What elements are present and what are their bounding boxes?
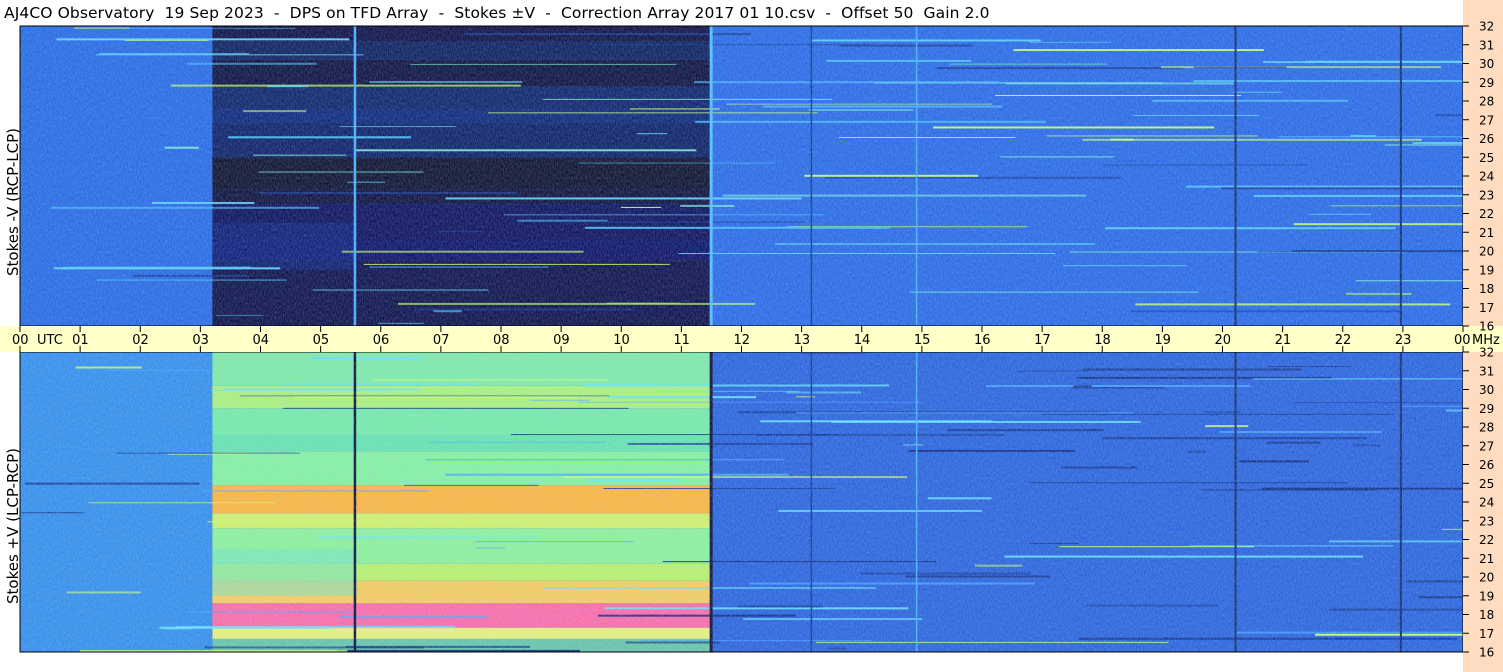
freq-tick-label: 31	[1479, 38, 1494, 52]
time-tick-label: 14	[854, 333, 871, 348]
freq-tick-label: 17	[1479, 301, 1494, 315]
spectrogram-chart: 00 01 02 03 04 05 06 07 08 09 10 11 12 13 14 15 16 17 18 19…	[0, 0, 1503, 672]
freq-tick-label: 30	[1479, 383, 1494, 397]
freq-tick-label: 28	[1479, 421, 1494, 435]
time-tick-label: 04	[253, 333, 270, 348]
freq-axis-band	[1463, 352, 1503, 672]
freq-tick-label: 21	[1479, 226, 1494, 240]
freq-tick-label: 30	[1479, 57, 1494, 71]
time-tick-label: 22	[1335, 333, 1352, 348]
freq-tick-label: 20	[1479, 571, 1494, 585]
freq-tick-label: 16	[1479, 646, 1494, 660]
time-tick-label: 00	[12, 333, 29, 348]
time-tick-label: 18	[1094, 333, 1111, 348]
noise-overlay	[20, 26, 1463, 326]
time-tick-label: 08	[493, 333, 510, 348]
freq-tick-label: 27	[1479, 439, 1494, 453]
time-tick-label: 05	[313, 333, 330, 348]
freq-tick-label: 25	[1479, 151, 1494, 165]
freq-tick-label: 27	[1479, 113, 1494, 127]
time-tick-label: 11	[673, 333, 690, 348]
time-tick-label: 01	[72, 333, 89, 348]
freq-tick-label: 19	[1479, 589, 1494, 603]
freq-tick-label: 29	[1479, 76, 1494, 90]
freq-tick-label: 28	[1479, 95, 1494, 109]
time-tick-label: 09	[553, 333, 570, 348]
freq-tick-label: 23	[1479, 188, 1494, 202]
freq-tick-label: 18	[1479, 608, 1494, 622]
freq-tick-label: 29	[1479, 402, 1494, 416]
freq-tick-label: 22	[1479, 207, 1494, 221]
time-tick-label: 16	[974, 333, 991, 348]
noise-overlay	[20, 352, 1463, 652]
freq-tick-label: 20	[1479, 245, 1494, 259]
top-ylabel: Stokes -V (RCP-LCP)	[4, 128, 22, 276]
time-tick-label: 15	[914, 333, 931, 348]
freq-tick-label: 21	[1479, 552, 1494, 566]
time-tick-label: 21	[1275, 333, 1292, 348]
freq-tick-label: 32	[1479, 346, 1494, 360]
freq-tick-label: 24	[1479, 170, 1494, 184]
bottom-ylabel: Stokes +V (LCP-RCP)	[4, 448, 22, 604]
time-tick-label: 20	[1215, 333, 1232, 348]
freq-tick-label: 24	[1479, 496, 1494, 510]
time-tick-label: 23	[1395, 333, 1412, 348]
top-spectrogram-panel	[19, 25, 1464, 327]
bottom-spectrogram-panel	[19, 351, 1464, 653]
freq-tick-label: 23	[1479, 514, 1494, 528]
freq-tick-label: 26	[1479, 458, 1494, 472]
time-tick-label: 17	[1034, 333, 1051, 348]
utc-label: UTC	[37, 333, 63, 348]
time-tick-label: 10	[613, 333, 630, 348]
freq-tick-label: 31	[1479, 364, 1494, 378]
freq-tick-label: 32	[1479, 20, 1494, 34]
time-tick-label: 12	[734, 333, 751, 348]
freq-tick-label: 26	[1479, 132, 1494, 146]
freq-tick-label: 22	[1479, 533, 1494, 547]
freq-tick-label: 19	[1479, 263, 1494, 277]
time-tick-label: 00	[1454, 333, 1471, 348]
time-tick-label: 02	[132, 333, 149, 348]
time-tick-label: 07	[433, 333, 450, 348]
freq-tick-label: 25	[1479, 477, 1494, 491]
freq-tick-label: 17	[1479, 627, 1494, 641]
time-tick-label: 03	[192, 333, 209, 348]
freq-tick-label: 16	[1479, 320, 1494, 334]
time-tick-label: 13	[794, 333, 811, 348]
time-tick-label: 19	[1154, 333, 1171, 348]
freq-tick-label: 18	[1479, 282, 1494, 296]
time-tick-label: 06	[373, 333, 390, 348]
